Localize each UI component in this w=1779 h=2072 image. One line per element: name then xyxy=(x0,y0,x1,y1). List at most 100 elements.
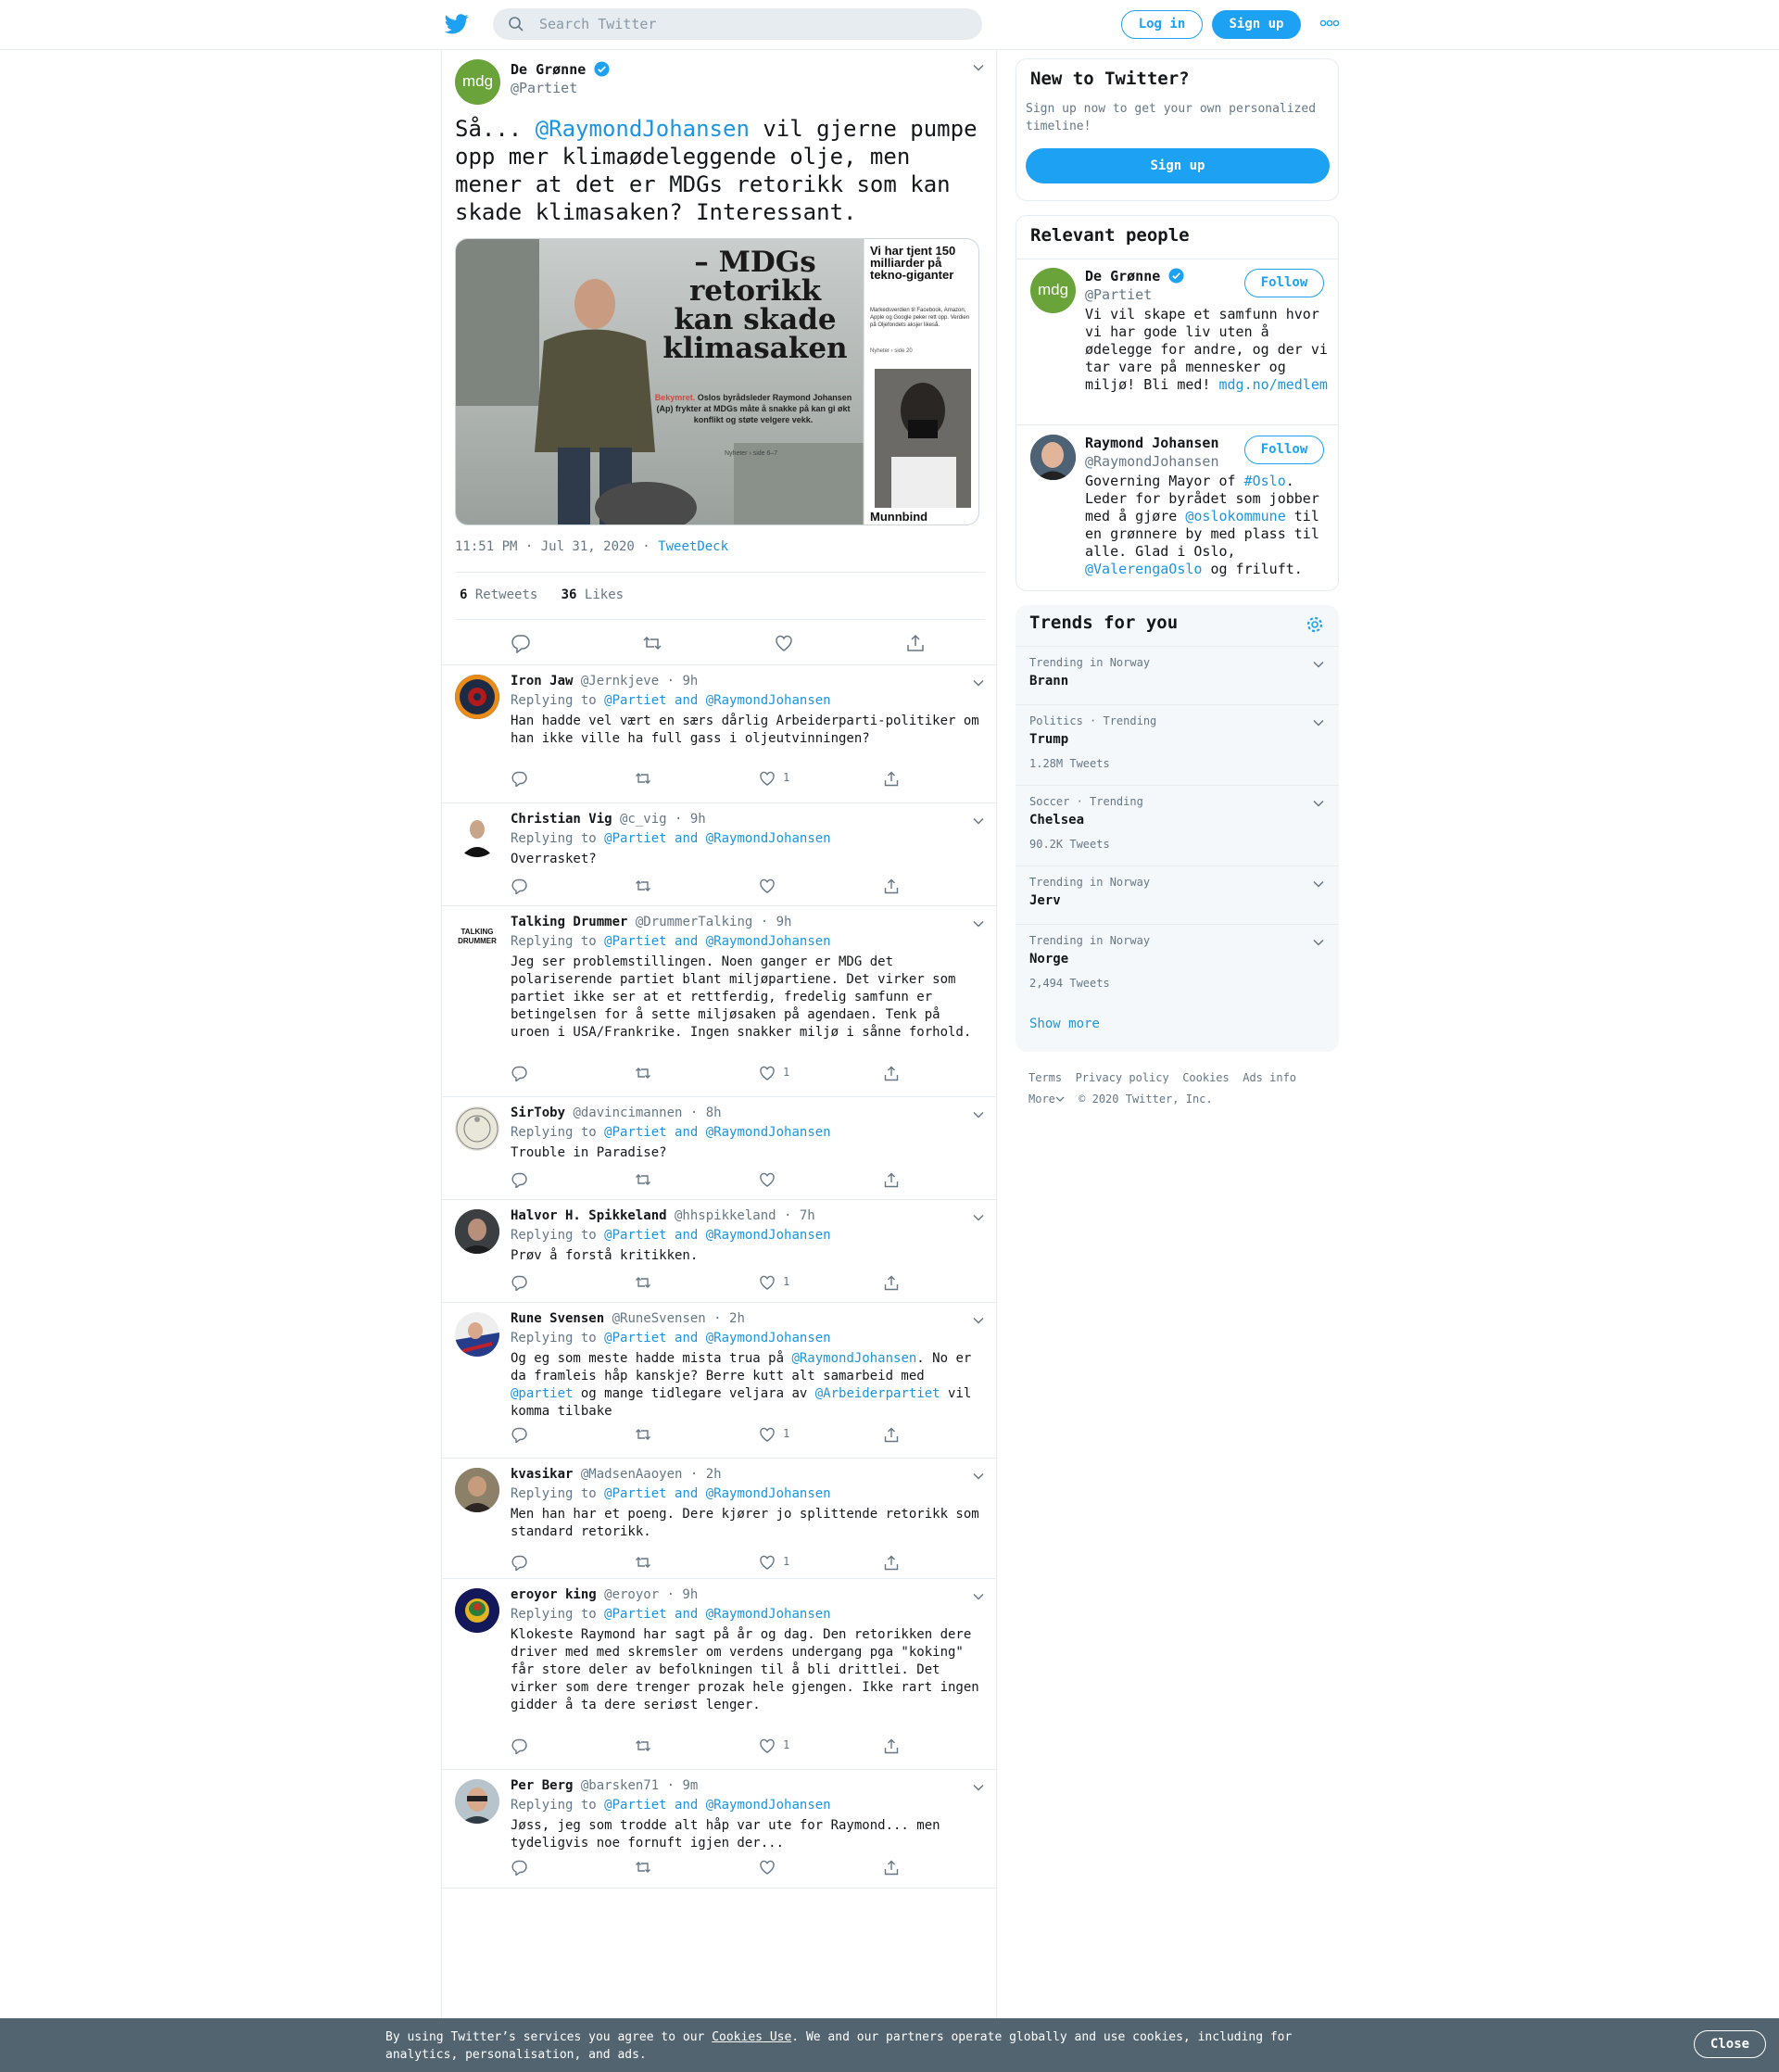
mention-link[interactable]: @RaymondJohansen xyxy=(706,693,831,708)
mention-link[interactable]: @RaymondJohansen xyxy=(706,934,831,949)
signup-button[interactable]: Sign up xyxy=(1212,10,1301,39)
like-icon[interactable] xyxy=(759,1859,776,1876)
share-icon[interactable] xyxy=(883,1554,900,1571)
follow-button[interactable]: Follow xyxy=(1244,436,1324,464)
avatar[interactable] xyxy=(455,1209,499,1254)
author-handle[interactable]: @eroyor · 9h xyxy=(597,1587,698,1602)
bio-link[interactable]: mdg.no/medlem xyxy=(1219,376,1328,393)
avatar[interactable]: TALKING DRUMMER xyxy=(455,916,499,960)
retweet-icon[interactable] xyxy=(635,1554,651,1571)
share-icon[interactable] xyxy=(883,1737,900,1754)
retweet-icon[interactable] xyxy=(635,1426,651,1443)
mention-link[interactable]: @RaymondJohansen xyxy=(706,1486,831,1501)
reply-icon[interactable] xyxy=(511,1554,527,1571)
mention-link[interactable]: @ValerengaOslo xyxy=(1085,561,1202,577)
author-handle[interactable]: @RuneSvensen · 2h xyxy=(604,1311,745,1326)
mention-link[interactable]: @Partiet xyxy=(604,1125,666,1140)
mention-link[interactable]: @RaymondJohansen xyxy=(706,1228,831,1243)
author-name[interactable]: SirToby xyxy=(511,1105,565,1120)
author-handle[interactable]: @hhspikkeland · 7h xyxy=(667,1208,815,1223)
avatar[interactable] xyxy=(455,1779,499,1824)
avatar[interactable] xyxy=(455,675,499,719)
avatar[interactable]: mdg xyxy=(455,59,500,105)
login-button[interactable]: Log in xyxy=(1121,10,1203,39)
like-count[interactable]: 36 Likes xyxy=(561,587,624,602)
author-name[interactable]: eroyor king xyxy=(511,1587,597,1602)
author-handle[interactable]: @MadsenAaoyen · 2h xyxy=(573,1467,722,1482)
mention-link[interactable]: @Partiet xyxy=(604,831,666,846)
trend-item[interactable]: Trending in Norway Brann xyxy=(1016,646,1339,704)
person-name[interactable]: Raymond Johansen xyxy=(1085,435,1219,451)
chevron-down-icon[interactable] xyxy=(972,1470,985,1483)
reply-icon[interactable] xyxy=(511,1859,527,1876)
avatar[interactable] xyxy=(455,813,499,857)
author-name[interactable]: Rune Svensen xyxy=(511,1311,604,1326)
chevron-down-icon[interactable] xyxy=(972,1211,985,1224)
mention-link[interactable]: @RaymondJohansen xyxy=(536,116,750,142)
author-handle[interactable]: @barsken71 · 9m xyxy=(573,1778,698,1793)
search-box[interactable]: Search Twitter xyxy=(493,8,982,40)
share-icon[interactable] xyxy=(905,633,926,653)
retweet-icon[interactable] xyxy=(635,1065,651,1081)
cookies-use-link[interactable]: Cookies Use xyxy=(712,2030,791,2044)
retweet-icon[interactable] xyxy=(642,633,662,653)
avatar[interactable] xyxy=(455,1312,499,1357)
mention-link[interactable]: @RaymondJohansen xyxy=(706,1331,831,1346)
like-icon[interactable] xyxy=(759,1554,776,1571)
author-handle[interactable]: @davincimannen · 8h xyxy=(565,1105,721,1120)
chevron-down-icon[interactable] xyxy=(972,61,985,74)
like-icon[interactable] xyxy=(759,770,776,787)
reply-icon[interactable] xyxy=(511,878,527,894)
mention-link[interactable]: @oslokommune xyxy=(1185,508,1285,524)
share-icon[interactable] xyxy=(883,770,900,787)
hashtag-link[interactable]: #Oslo xyxy=(1244,473,1286,489)
author-handle[interactable]: @Partiet xyxy=(511,80,577,96)
avatar[interactable] xyxy=(455,1468,499,1512)
chevron-down-icon[interactable] xyxy=(1312,797,1325,810)
reply-icon[interactable] xyxy=(511,633,531,653)
trend-item[interactable]: Politics · Trending Trump 1.28M Tweets xyxy=(1016,704,1339,785)
footer-link-privacy[interactable]: Privacy policy xyxy=(1076,1071,1169,1084)
author-handle[interactable]: @c_vig · 9h xyxy=(612,812,706,827)
settings-gear-icon[interactable] xyxy=(1306,615,1324,634)
mention-link[interactable]: @Partiet xyxy=(604,934,666,949)
share-icon[interactable] xyxy=(883,1859,900,1876)
share-icon[interactable] xyxy=(883,1065,900,1081)
like-icon[interactable] xyxy=(759,1065,776,1081)
share-icon[interactable] xyxy=(883,878,900,894)
twitter-logo-icon[interactable] xyxy=(445,13,469,35)
search-input[interactable]: Search Twitter xyxy=(539,16,656,32)
cookie-close-button[interactable]: Close xyxy=(1694,2030,1766,2058)
author-name[interactable]: Talking Drummer xyxy=(511,915,627,929)
trend-item[interactable]: Trending in Norway Jerv xyxy=(1016,865,1339,924)
reply-icon[interactable] xyxy=(511,1171,527,1188)
mention-link[interactable]: @Partiet xyxy=(604,1486,666,1501)
mention-link[interactable]: @Arbeiderpartiet xyxy=(815,1386,940,1401)
tweet-image[interactable]: – MDGs retorikk kan skade klimasaken Bek… xyxy=(455,238,979,525)
person-handle[interactable]: @Partiet xyxy=(1085,286,1152,303)
mention-link[interactable]: @Partiet xyxy=(604,1607,666,1622)
retweet-count[interactable]: 6 Retweets xyxy=(460,587,537,602)
author-name[interactable]: Christian Vig xyxy=(511,812,612,827)
chevron-down-icon[interactable] xyxy=(1312,658,1325,671)
retweet-icon[interactable] xyxy=(635,770,651,787)
share-icon[interactable] xyxy=(883,1426,900,1443)
retweet-icon[interactable] xyxy=(635,878,651,894)
author-handle[interactable]: @Jernkjeve · 9h xyxy=(573,674,698,689)
source-link[interactable]: TweetDeck xyxy=(658,539,728,554)
footer-link-terms[interactable]: Terms xyxy=(1028,1071,1062,1084)
author-handle[interactable]: @DrummerTalking · 9h xyxy=(627,915,792,929)
chevron-down-icon[interactable] xyxy=(972,1590,985,1603)
footer-more[interactable]: More xyxy=(1028,1093,1065,1105)
share-icon[interactable] xyxy=(883,1274,900,1291)
person-item[interactable]: Raymond Johansen @RaymondJohansen Follow… xyxy=(1016,425,1338,590)
person-handle[interactable]: @RaymondJohansen xyxy=(1085,453,1219,470)
author-name[interactable]: Iron Jaw xyxy=(511,674,573,689)
retweet-icon[interactable] xyxy=(635,1737,651,1754)
author-name[interactable]: Per Berg xyxy=(511,1778,573,1793)
footer-link-ads[interactable]: Ads info xyxy=(1243,1071,1296,1084)
avatar[interactable] xyxy=(1030,435,1076,480)
mention-link[interactable]: @Partiet xyxy=(604,693,666,708)
reply-icon[interactable] xyxy=(511,1737,527,1754)
retweet-icon[interactable] xyxy=(635,1274,651,1291)
